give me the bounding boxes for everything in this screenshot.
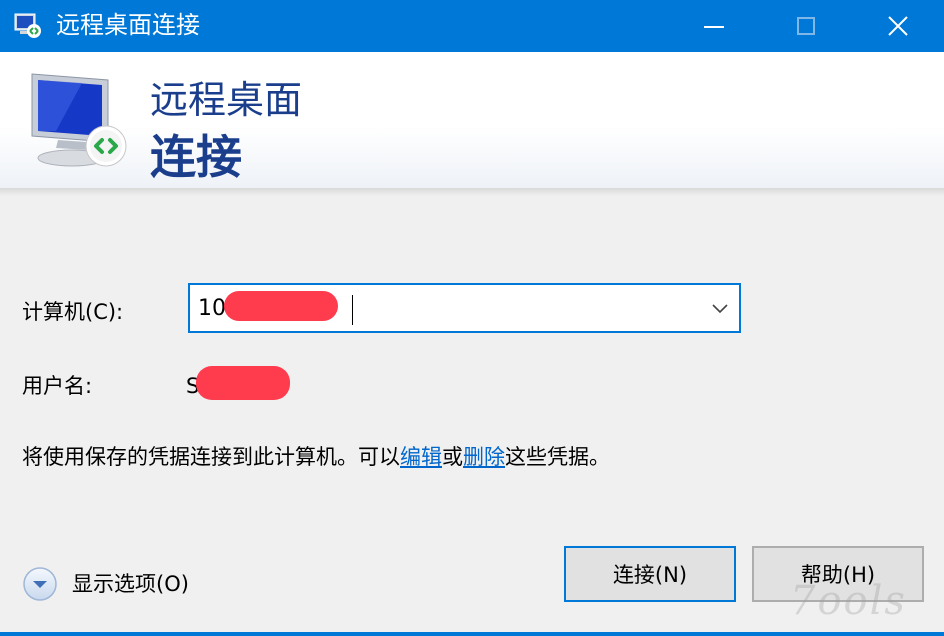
username-label: 用户名: — [22, 374, 93, 398]
monitor-icon — [31, 73, 127, 167]
chevron-down-icon[interactable] — [709, 297, 731, 319]
banner-title-line1: 远程桌面 — [150, 78, 303, 122]
window-bottom-border — [0, 632, 944, 636]
show-options-toggle[interactable]: 显示选项(O) — [22, 566, 189, 602]
close-button[interactable] — [852, 0, 944, 52]
text-caret — [352, 295, 353, 325]
delete-credentials-link[interactable]: 删除 — [463, 445, 505, 469]
redaction-mark — [224, 291, 338, 321]
title-bar: 远程桌面连接 — [0, 0, 944, 52]
show-options-label[interactable]: 显示选项(O) — [72, 570, 189, 598]
info-text-middle: 或 — [442, 445, 463, 469]
minimize-icon — [704, 26, 724, 28]
computer-label: 计算机(C): — [22, 300, 124, 324]
header-banner — [0, 52, 944, 188]
maximize-button[interactable] — [760, 0, 852, 52]
redaction-mark — [196, 366, 290, 400]
close-icon — [888, 16, 908, 36]
watermark-logo: 7ools — [790, 578, 907, 624]
connect-button[interactable]: 连接(N) — [564, 546, 736, 602]
remote-desktop-icon — [14, 13, 41, 38]
expand-circle-icon[interactable] — [22, 566, 58, 602]
info-text-prefix: 将使用保存的凭据连接到此计算机。可以 — [22, 445, 400, 469]
window-title: 远程桌面连接 — [56, 11, 200, 39]
info-text-suffix: 这些凭据。 — [505, 445, 610, 469]
maximize-icon — [797, 17, 815, 35]
credentials-info: 将使用保存的凭据连接到此计算机。可以编辑或删除这些凭据。 — [22, 443, 610, 471]
banner-title-line2: 连接 — [150, 130, 242, 184]
banner-divider — [0, 188, 944, 196]
computer-combobox[interactable]: 10 2 — [188, 283, 741, 333]
edit-credentials-link[interactable]: 编辑 — [400, 445, 442, 469]
minimize-button[interactable] — [668, 0, 760, 52]
